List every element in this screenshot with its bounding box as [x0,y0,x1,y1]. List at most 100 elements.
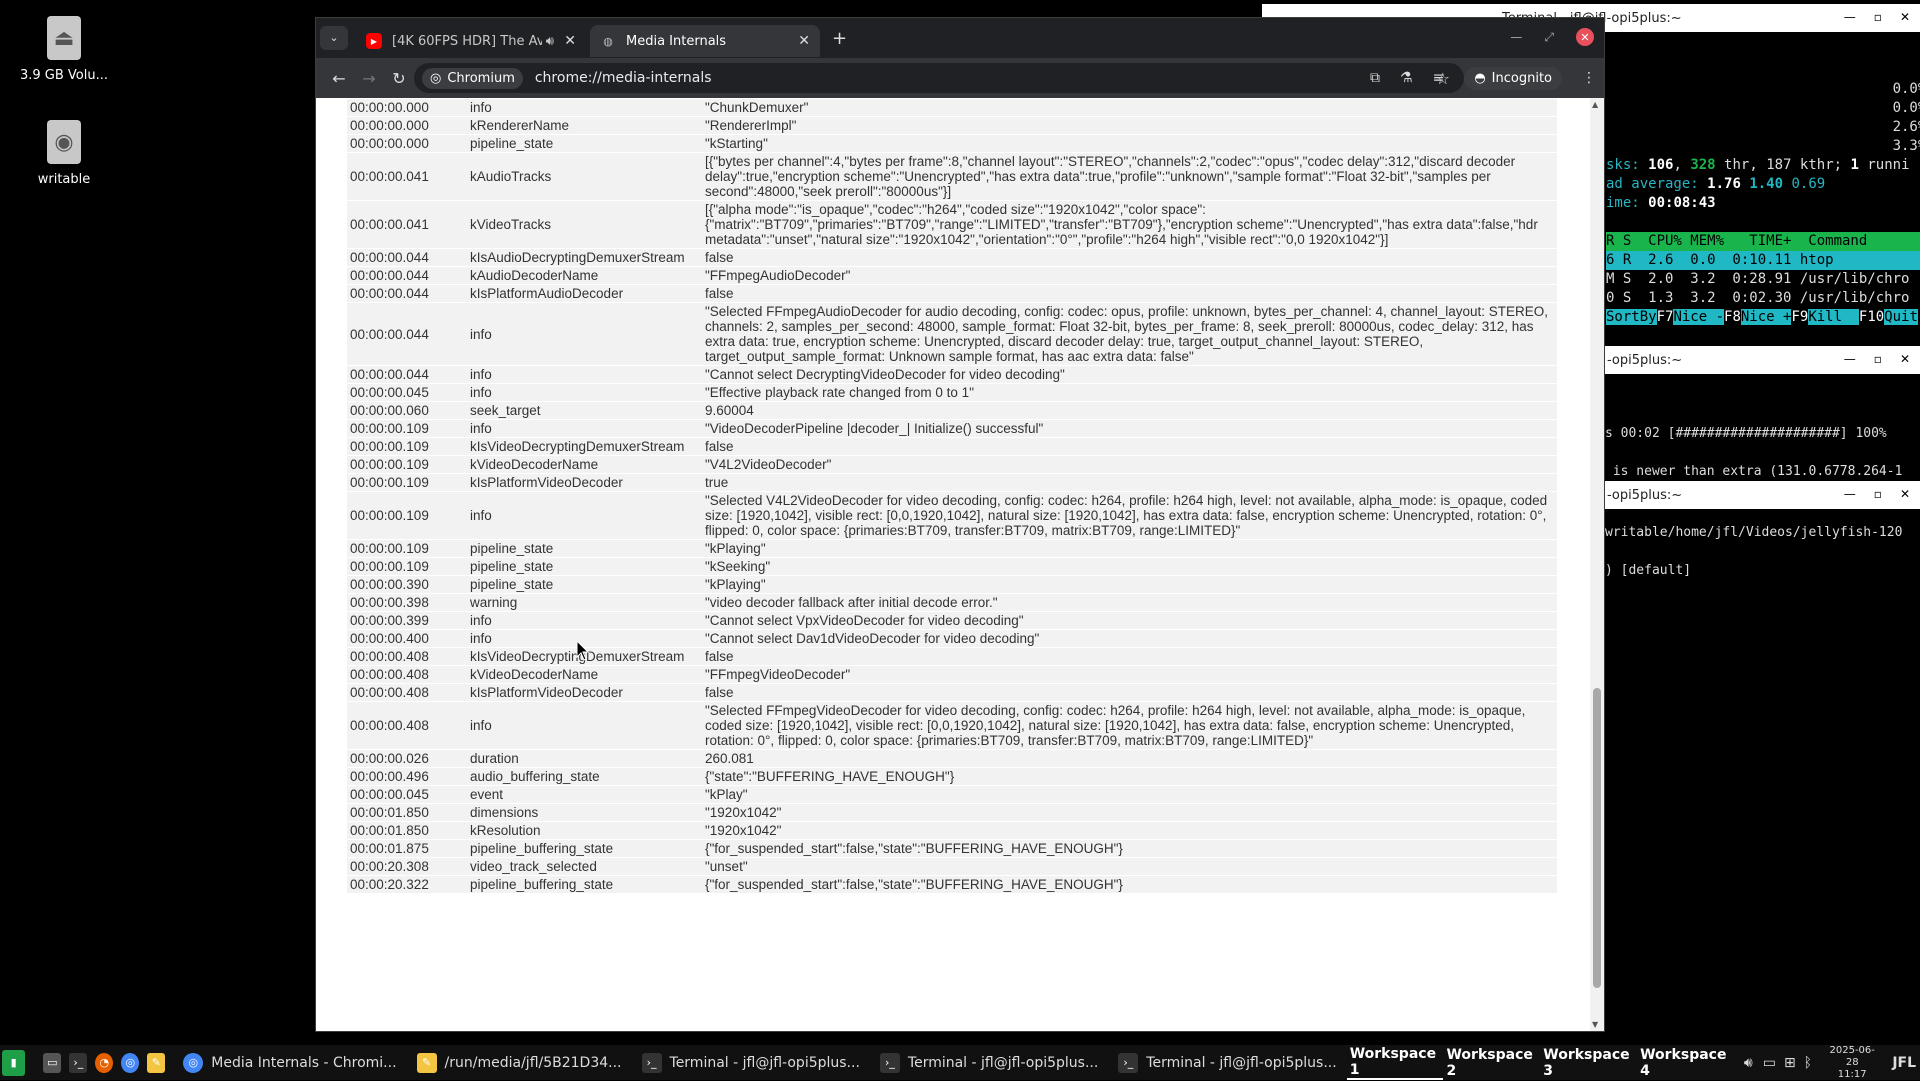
log-value: "1920x1042" [702,822,1557,839]
process-row[interactable]: 6 R 2.6 0.0 0:10.11 htop [1606,251,1920,270]
menu-icon[interactable]: ⋮ [1582,70,1596,86]
function-key-bar[interactable]: SortByF7Nice -F8Nice +F9Kill F10Quit [1606,308,1920,327]
volume-icon[interactable]: 🔊︎ [1744,1055,1753,1071]
log-value: {"for_suspended_start":false,"state":"BU… [702,876,1557,893]
log-time: 00:00:00.000 [347,117,467,134]
user-label[interactable]: JFL [1892,1055,1916,1071]
log-row: 00:00:00.044 kAudioDecoderName "FFmpegAudi… [347,267,1557,284]
display-icon[interactable]: ▭ [1763,1055,1776,1071]
log-property: kVideoTracks [467,201,702,248]
close-tab-icon[interactable]: ✕ [564,33,576,49]
taskbar-item-terminal[interactable]: ›_ Terminal - jfl@jfl-opi5plus... [870,1045,1108,1080]
log-property: dimensions [467,804,702,821]
log-row: 00:00:00.109 pipeline_state "kPlaying" [347,540,1557,557]
browser-toolbar: ← → ↻ ◎ Chromium chrome://media-internals… [316,58,1604,98]
close-icon[interactable]: ✕ [1900,10,1910,24]
network-icon[interactable]: ⊞ [1784,1055,1796,1071]
tab-search-button[interactable]: ⌄ [320,26,348,50]
terminal-icon: ›_ [1118,1052,1139,1073]
terminal-line: ) [default] [1605,563,1692,578]
media-controls-icon[interactable]: ≡ [1433,70,1445,86]
close-tab-icon[interactable]: ✕ [798,33,810,49]
url-text[interactable]: chrome://media-internals [535,70,712,86]
log-time: 00:00:00.044 [347,267,467,284]
reload-icon[interactable]: ↻ [384,69,414,88]
process-row[interactable]: 0 S 1.3 3.2 0:02.30 /usr/lib/chro [1606,289,1920,308]
log-time: 00:00:00.026 [347,750,467,767]
incognito-badge[interactable]: ◓ Incognito [1464,66,1562,90]
minimize-icon[interactable]: — [1844,352,1856,366]
workspace-1[interactable]: Workspace 1 [1346,1046,1444,1080]
firefox-icon[interactable]: ◔ [95,1052,114,1073]
taskbar-item-editor[interactable]: ✎/run/media/jfl/5B21D34... [407,1045,632,1080]
terminal-window-3[interactable]: -opi5plus:~ — ▫ ✕ writable/home/jfl/Videos… [1605,481,1920,991]
log-value: [{"bytes per channel":4,"bytes per frame… [702,153,1557,200]
new-tab-button[interactable]: + [832,28,847,49]
taskbar-item-terminal[interactable]: ›_ Terminal - jfl@jfl-opi5plus... [632,1045,870,1080]
log-value: "Cannot select Dav1dVideoDecoder for vid… [702,630,1557,647]
labs-icon[interactable]: ⚗ [1400,70,1413,86]
clock[interactable]: 2025-06-28 11:17 [1826,1045,1878,1081]
log-time: 00:00:01.850 [347,804,467,821]
log-value: {"state":"BUFFERING_HAVE_ENOUGH"} [702,768,1557,785]
terminal-window-2[interactable]: -opi5plus:~ — ▫ ✕ s 00:02 [###############… [1605,346,1920,481]
back-icon[interactable]: ← [324,69,354,88]
process-header[interactable]: R S CPU% MEM% TIME+ Command [1606,232,1920,251]
process-row[interactable]: M S 2.0 3.2 0:28.91 /usr/lib/chro [1606,270,1920,289]
omnibox[interactable]: ◎ Chromium chrome://media-internals ☆ [414,63,1464,93]
terminal-titlebar[interactable]: -opi5plus:~ — ▫ ✕ [1605,481,1920,509]
log-property: kVideoDecoderName [467,456,702,473]
page-content: 00:00:00.000 info "ChunkDemuxer" 00:00:00.0… [316,98,1590,1031]
editor-icon[interactable]: ✎ [147,1052,166,1073]
desktop-icon-volume[interactable]: ⏏ 3.9 GB Volu... [0,16,128,83]
chromium-window[interactable]: ⌄ ▶ [4K 60FPS HDR] The Av 🔊︎ ✕ ◍ Media I… [315,17,1605,1032]
maximize-icon[interactable]: ▫ [1874,487,1882,501]
log-row: 00:00:00.041 kAudioTracks [{"bytes per cha… [347,153,1557,200]
extensions-icon[interactable]: ⧉ [1370,70,1380,86]
minimize-icon[interactable]: — [1844,487,1856,501]
workspace-2[interactable]: Workspace 2 [1443,1047,1540,1079]
workspace-4[interactable]: Workspace 4 [1637,1047,1734,1079]
terminal-line: s 00:02 [#####################] 100% [1605,426,1887,441]
log-value: "Cannot select VpxVideoDecoder for video… [702,612,1557,629]
speaker-icon[interactable]: 🔊︎ [546,34,554,49]
tab-media-internals[interactable]: ◍ Media Internals ✕ [590,25,820,57]
chromium-icon[interactable]: ◎ [121,1052,140,1073]
log-time: 00:00:00.109 [347,492,467,539]
scroll-up-icon[interactable]: ▲ [1592,100,1598,109]
log-property: info [467,492,702,539]
minimize-icon[interactable]: — [1844,10,1856,24]
log-time: 00:00:00.400 [347,630,467,647]
taskbar-item-terminal[interactable]: ›_ Terminal - jfl@jfl-opi5plus... [1108,1045,1346,1080]
start-menu-icon[interactable]: ▮ [2,1049,26,1076]
log-value: "unset" [702,858,1557,875]
desktop-icon-writable[interactable]: ◉ writable [0,120,128,187]
tab-youtube[interactable]: ▶ [4K 60FPS HDR] The Av 🔊︎ ✕ [356,25,586,57]
log-value: "VideoDecoderPipeline |decoder_| Initial… [702,420,1557,437]
forward-icon[interactable]: → [354,69,384,88]
maximize-icon[interactable]: ▫ [1874,352,1882,366]
terminal-icon: ›_ [641,1052,662,1073]
close-icon[interactable]: ✕ [1900,352,1910,366]
site-info-chip[interactable]: ◎ Chromium [422,67,523,89]
log-row: 00:00:00.045 info "Effective playback rate… [347,384,1557,401]
workspace-3[interactable]: Workspace 3 [1540,1047,1637,1079]
files-icon[interactable]: ▭ [43,1052,62,1073]
minimize-icon[interactable]: — [1510,30,1522,44]
maximize-icon[interactable]: ▫ [1874,10,1882,24]
bluetooth-icon[interactable]: ᛒ [1804,1055,1812,1071]
terminal-line: writable/home/jfl/Videos/jellyfish-120 [1605,525,1903,540]
scrollbar-thumb[interactable] [1593,688,1601,988]
restore-icon[interactable]: ⤢ [1544,30,1554,45]
scrollbar[interactable]: ▲ ▼ [1590,98,1604,1031]
terminal-icon[interactable]: ›_ [69,1052,88,1073]
close-icon[interactable]: ✕ [1900,487,1910,501]
log-value: "Selected FFmpegVideoDecoder for video d… [702,702,1557,749]
scroll-down-icon[interactable]: ▼ [1592,1020,1598,1029]
terminal-titlebar[interactable]: -opi5plus:~ — ▫ ✕ [1605,346,1920,374]
close-window-icon[interactable]: ✕ [1576,28,1594,46]
taskbar-item-browser[interactable]: ◎ Media Internals - Chromi... [173,1045,406,1080]
log-time: 00:00:00.041 [347,201,467,248]
log-property: duration [467,750,702,767]
